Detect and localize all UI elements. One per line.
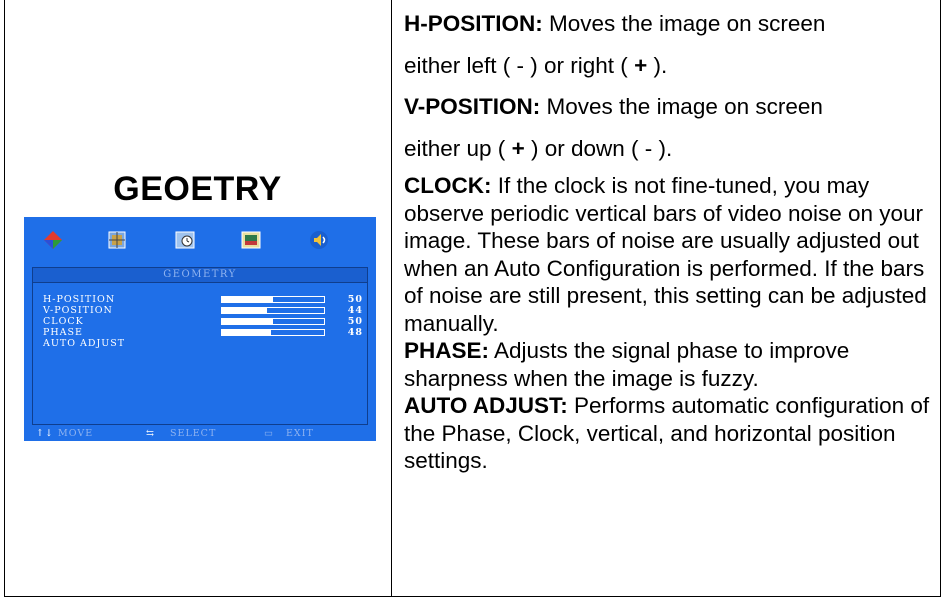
plus-sign: +: [511, 136, 525, 161]
osd-footer-exit: EXIT: [286, 428, 314, 439]
display-icon: [241, 231, 261, 249]
osd-level-bar: [221, 329, 325, 336]
osd-icon-bar: [24, 217, 376, 263]
osd-row-value: 50: [347, 294, 363, 305]
color-icon: [44, 231, 62, 249]
v-position-line-1: V-POSITION: Moves the image on screen: [404, 81, 940, 122]
osd-row-label: AUTO ADJUST: [43, 338, 126, 349]
osd-level-bar: [221, 307, 325, 314]
menu-key-icon: ▭: [264, 428, 274, 439]
osd-level-fill: [222, 330, 271, 335]
osd-row-label: CLOCK: [43, 316, 84, 327]
description-column: H-POSITION: Moves the image on screen ei…: [404, 0, 940, 475]
h-position-heading: H-POSITION:: [404, 11, 543, 36]
clock-paragraph: CLOCK: If the clock is not fine-tuned, y…: [404, 164, 940, 337]
osd-row-clock[interactable]: CLOCK 50: [43, 316, 363, 327]
h-position-line-1: H-POSITION: Moves the image on screen: [404, 0, 940, 39]
auto-adjust-paragraph: AUTO ADJUST: Performs automatic configur…: [404, 392, 940, 475]
audio-icon: [310, 231, 328, 249]
osd-footer-select: SELECT: [170, 428, 217, 439]
up-down-arrows-icon: ↑↓: [36, 428, 54, 439]
clock-icon: [175, 231, 195, 249]
section-title: GEOETRY: [113, 170, 282, 208]
osd-row-phase[interactable]: PHASE 48: [43, 327, 363, 338]
osd-level-bar: [221, 318, 325, 325]
phase-heading: PHASE:: [404, 338, 490, 363]
v-position-text: Moves the image on screen: [540, 94, 823, 119]
v-position-heading: V-POSITION:: [404, 94, 541, 119]
osd-menu-panel: GEOMETRY H-POSITION 50 V-POSITION 44 CLO…: [32, 267, 368, 425]
osd-row-label: H-POSITION: [43, 294, 116, 305]
osd-row-label: PHASE: [43, 327, 83, 338]
plus-sign: +: [634, 53, 648, 78]
osd-level-bar: [221, 296, 325, 303]
osd-row-label: V-POSITION: [43, 305, 113, 316]
h-position-line-2: either left ( - ) or right ( + ).: [404, 39, 940, 81]
h-position-text-2: either left ( - ) or right (: [404, 53, 635, 78]
osd-footer-move: MOVE: [58, 428, 94, 439]
osd-row-v-position[interactable]: V-POSITION 44: [43, 305, 363, 316]
h-position-text-3: ).: [647, 53, 668, 78]
auto-adjust-heading: AUTO ADJUST:: [404, 393, 568, 418]
h-position-text: Moves the image on screen: [542, 11, 826, 36]
osd-row-auto-adjust[interactable]: AUTO ADJUST: [43, 338, 363, 349]
v-position-text-2: either up (: [404, 136, 512, 161]
osd-level-fill: [222, 308, 267, 313]
osd-level-fill: [222, 319, 273, 324]
column-divider: [391, 0, 392, 597]
phase-paragraph: PHASE: Adjusts the signal phase to impro…: [404, 337, 940, 392]
clock-heading: CLOCK:: [404, 173, 492, 198]
v-position-line-2: either up ( + ) or down ( - ).: [404, 122, 940, 164]
osd-footer: ↑↓ MOVE ⇆ SELECT ▭ EXIT: [24, 426, 376, 441]
osd-level-fill: [222, 297, 273, 302]
picture-icon: [108, 231, 126, 249]
osd-row-h-position[interactable]: H-POSITION 50: [43, 294, 363, 305]
v-position-text-3: ) or down ( - ).: [524, 136, 673, 161]
osd-row-value: 44: [347, 305, 363, 316]
osd-row-value: 50: [347, 316, 363, 327]
left-right-arrows-icon: ⇆: [146, 428, 155, 439]
osd-row-value: 48: [347, 327, 363, 338]
osd-menu-title: GEOMETRY: [33, 268, 367, 283]
osd-screenshot: GEOMETRY H-POSITION 50 V-POSITION 44 CLO…: [24, 217, 376, 441]
